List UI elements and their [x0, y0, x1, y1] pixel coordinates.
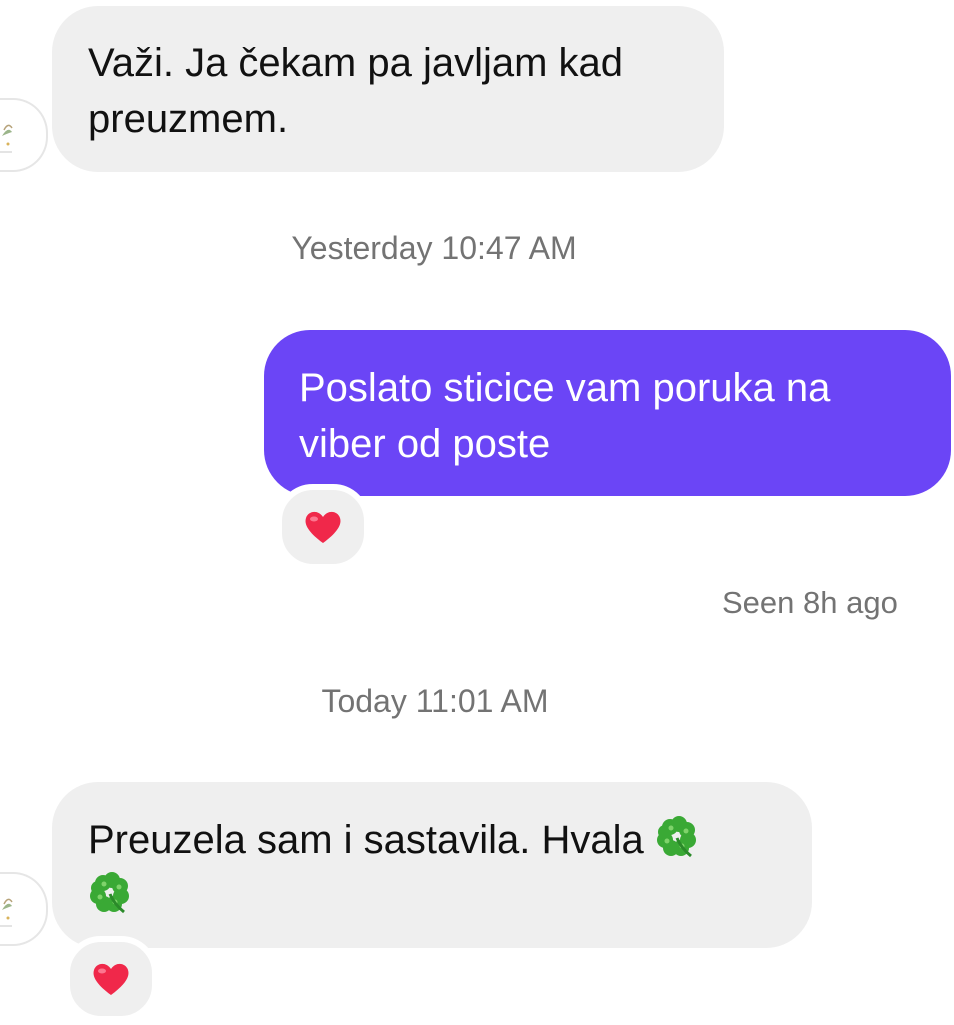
four-leaf-clover-icon — [90, 872, 129, 914]
heart-reaction[interactable] — [64, 936, 158, 1022]
seen-status: Seen 8h ago — [722, 585, 898, 620]
timestamp-divider: Yesterday 10:47 AM — [291, 230, 577, 266]
timestamp-divider: Today 11:01 AM — [321, 683, 549, 719]
contact-avatar[interactable] — [0, 872, 48, 946]
heart-emoji-icon — [93, 963, 129, 995]
message-text: Poslato sticice vam poruka na viber od p… — [299, 366, 831, 466]
outgoing-message-bubble[interactable]: Poslato sticice vam poruka na viber od p… — [264, 330, 951, 496]
message-text: Preuzela sam i sastavila. Hvala — [88, 818, 655, 862]
incoming-message-bubble[interactable]: Važi. Ja čekam pa javljam kad preuzmem. — [52, 6, 724, 172]
message-thread: Važi. Ja čekam pa javljam kad preuzmem. … — [0, 0, 954, 1025]
avatar-logo-icon — [0, 898, 13, 927]
incoming-message-bubble[interactable]: Preuzela sam i sastavila. Hvala — [52, 782, 812, 948]
heart-emoji-icon — [305, 511, 341, 543]
avatar-logo-icon — [0, 124, 13, 153]
heart-reaction[interactable] — [276, 484, 370, 570]
message-text: Važi. Ja čekam pa javljam kad preuzmem. — [88, 41, 624, 141]
four-leaf-clover-icon — [656, 816, 696, 858]
contact-avatar[interactable] — [0, 98, 48, 172]
